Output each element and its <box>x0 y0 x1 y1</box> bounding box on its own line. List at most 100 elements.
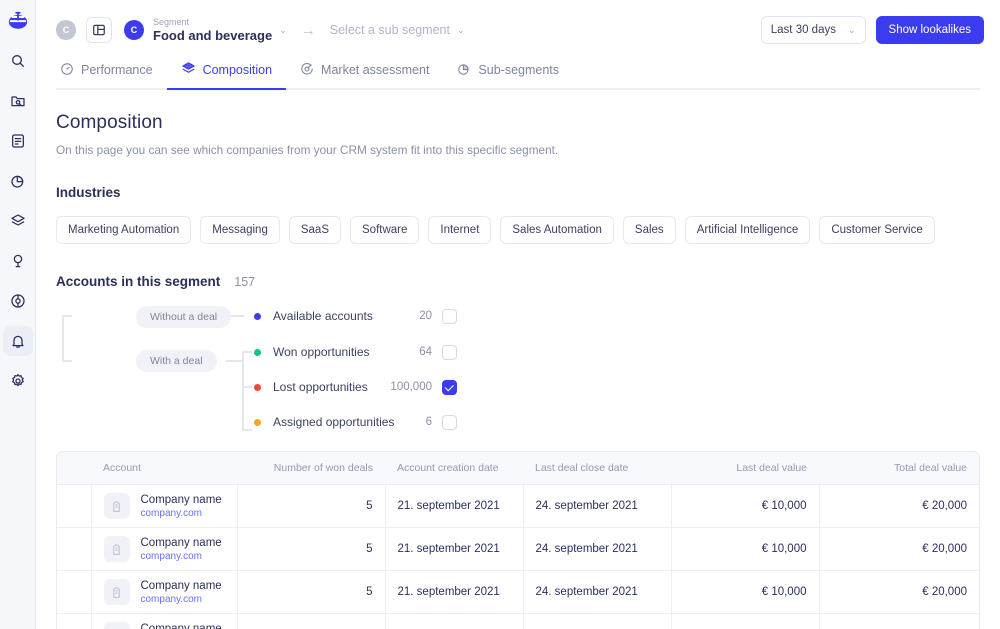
industry-chip[interactable]: Internet <box>428 216 492 244</box>
account-name: Company name <box>140 622 222 629</box>
table-row[interactable]: Company name company.com 5 21. september… <box>57 570 979 614</box>
tree-line <box>62 315 72 317</box>
sidebar-item-pie-chart[interactable] <box>3 166 33 196</box>
sidebar-item-folder-search[interactable] <box>3 86 33 116</box>
chevron-down-icon: ⌄ <box>847 24 856 35</box>
app-header: C C Segment Food and beverage ⌄ → Select… <box>36 0 1000 60</box>
breakdown-value: 6 <box>425 416 432 428</box>
sidebar-item-layers[interactable] <box>3 206 33 236</box>
account-url[interactable]: company.com <box>141 593 222 606</box>
table-row[interactable]: Company name company.com 5 21. september… <box>57 527 979 571</box>
sidebar-item-target[interactable] <box>3 286 33 316</box>
account-name: Company name <box>140 493 222 506</box>
account-name: Company name <box>140 579 222 592</box>
col-won-deals: Number of won deals <box>237 452 385 485</box>
sidebar <box>0 0 36 629</box>
industry-chip[interactable]: Artificial Intelligence <box>684 216 811 244</box>
cell-account: Company name company.com <box>91 570 238 614</box>
page-title: Composition <box>56 112 163 133</box>
tab-bar: Performance Composition Market assessmen… <box>36 58 1000 90</box>
sidebar-item-settings[interactable] <box>3 366 33 396</box>
cell-account: Company name company.com <box>91 613 238 629</box>
col-status <box>57 452 91 485</box>
accounts-count: 157 <box>234 275 256 289</box>
panel-layout-icon[interactable] <box>86 17 112 43</box>
workspace-avatar[interactable]: C <box>56 20 76 40</box>
logo-icon[interactable] <box>3 6 33 36</box>
cell-last-value: € 10,000 <box>671 527 820 571</box>
cell-account: Company name company.com <box>91 484 238 528</box>
cell-last-value: € 10,000 <box>671 570 820 614</box>
breakdown-value: 64 <box>419 346 432 358</box>
target-icon <box>300 62 314 79</box>
table-row[interactable]: Company name company.com 5 21. september… <box>57 613 979 629</box>
breakdown-value: 100,000 <box>390 381 432 393</box>
page-content: Composition On this page you can see whi… <box>36 112 1000 437</box>
col-account: Account <box>91 452 237 485</box>
app-root: C C Segment Food and beverage ⌄ → Select… <box>0 0 1000 629</box>
cell-closed: 24. september 2021 <box>523 570 672 614</box>
breakdown-checkbox[interactable] <box>442 344 457 360</box>
sidebar-item-notifications[interactable] <box>2 326 33 356</box>
row-status <box>57 527 92 571</box>
breakdown-row-won-opportunities: Won opportunities 64 <box>254 344 457 360</box>
tree-line <box>242 386 252 388</box>
industry-chip[interactable]: Software <box>350 216 420 244</box>
account-url[interactable]: company.com <box>141 507 222 520</box>
date-range-dropdown[interactable]: Last 30 days ⌄ <box>760 16 866 44</box>
building-icon <box>103 536 130 562</box>
date-range-value: Last 30 days <box>770 24 836 36</box>
breakdown-row-available-accounts: Available accounts 20 <box>254 308 457 324</box>
table-row[interactable]: Company name company.com 5 21. september… <box>57 484 979 528</box>
cell-total-value: € 20,000 <box>819 570 979 614</box>
status-dot <box>254 312 261 320</box>
sidebar-item-lightbulb[interactable] <box>3 246 33 276</box>
segment-selector[interactable]: Segment Food and beverage ⌄ <box>153 17 287 43</box>
cell-closed: 24. september 2021 <box>523 613 672 629</box>
tree-line <box>242 429 252 431</box>
accounts-heading: Accounts in this segment <box>56 274 221 289</box>
group-without-a-deal: Without a deal <box>136 306 232 328</box>
industry-chip[interactable]: Messaging <box>200 216 280 244</box>
tab-bar-filler <box>573 58 980 90</box>
cell-won-deals: 5 <box>237 613 386 629</box>
breakdown-checkbox[interactable] <box>442 379 457 395</box>
col-last-value: Last deal value <box>671 452 819 485</box>
tab-performance[interactable]: Performance <box>56 58 167 90</box>
gauge-icon <box>60 62 74 79</box>
tab-market-assessment[interactable]: Market assessment <box>286 58 444 90</box>
industry-chip[interactable]: SaaS <box>288 216 341 244</box>
cell-created: 21. september 2021 <box>385 527 524 571</box>
cell-total-value: € 20,000 <box>819 484 979 528</box>
chevron-down-icon[interactable]: ⌄ <box>279 25 287 35</box>
sidebar-item-search[interactable] <box>3 46 33 76</box>
cell-won-deals: 5 <box>237 527 386 571</box>
industry-chip[interactable]: Marketing Automation <box>56 216 192 244</box>
cell-last-value: € 10,000 <box>671 613 820 629</box>
industry-chip[interactable]: Sales Automation <box>500 216 614 244</box>
breakdown-value: 20 <box>419 310 432 322</box>
breakdown-checkbox[interactable] <box>442 308 457 324</box>
show-lookalikes-button[interactable]: Show lookalikes <box>875 16 984 44</box>
industry-chip[interactable]: Customer Service <box>819 216 935 244</box>
cell-total-value: € 20,000 <box>819 614 979 629</box>
cell-created: 21. september 2021 <box>385 570 524 614</box>
breakdown-row-assigned-opportunities: Assigned opportunities 6 <box>254 414 457 430</box>
building-icon <box>103 493 130 519</box>
chevron-down-icon[interactable]: ⌄ <box>457 25 465 35</box>
tree-line <box>242 351 244 430</box>
account-url[interactable]: company.com <box>141 550 222 563</box>
tab-composition[interactable]: Composition <box>166 58 287 90</box>
sub-segment-selector[interactable]: Select a sub segment ⌄ <box>330 23 465 37</box>
breakdown-checkbox[interactable] <box>442 414 457 430</box>
sub-segment-placeholder: Select a sub segment <box>329 23 450 37</box>
industry-chip[interactable]: Sales <box>622 216 676 244</box>
tab-sub-segments[interactable]: Sub-segments <box>443 58 574 90</box>
segment-name: Food and beverage <box>153 28 273 43</box>
table-header-row: Account Number of won deals Account crea… <box>57 452 979 485</box>
row-status <box>57 484 92 528</box>
building-icon <box>103 579 130 605</box>
sidebar-item-document[interactable] <box>3 126 33 156</box>
building-icon <box>103 622 130 629</box>
status-dot <box>254 418 261 426</box>
